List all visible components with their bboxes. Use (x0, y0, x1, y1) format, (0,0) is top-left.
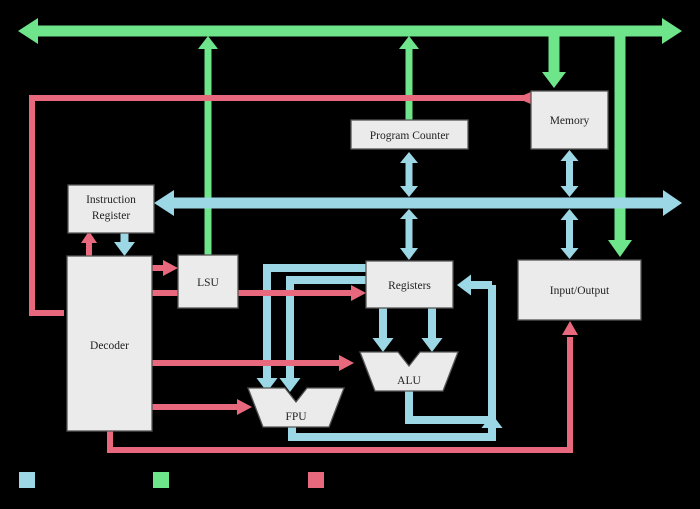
block-instruction-register-rect (67, 184, 155, 234)
block-fpu-label: FPU (285, 411, 307, 423)
block-decoder[interactable]: Decoder (66, 255, 153, 432)
block-memory-label: Memory (550, 115, 590, 127)
block-program-counter-label: Program Counter (370, 130, 450, 142)
diagram-canvas: Instruction Register Decoder LSU Program… (0, 0, 700, 509)
block-memory[interactable]: Memory (530, 90, 609, 150)
block-registers-label: Registers (388, 280, 431, 292)
block-registers[interactable]: Registers (365, 260, 454, 309)
legend-swatch-data-bus (19, 472, 35, 488)
block-input-output[interactable]: Input/Output (517, 259, 642, 321)
cpu-block-diagram: Instruction Register Decoder LSU Program… (0, 0, 700, 509)
block-program-counter[interactable]: Program Counter (350, 119, 469, 150)
legend-swatch-address-bus (153, 472, 169, 488)
block-alu-label: ALU (397, 375, 421, 387)
block-instruction-register[interactable]: Instruction Register (67, 184, 155, 234)
block-lsu-label: LSU (197, 277, 219, 289)
legend-item-control-bus (308, 472, 324, 488)
block-input-output-label: Input/Output (550, 285, 610, 297)
legend-item-address-bus (153, 472, 169, 488)
block-lsu[interactable]: LSU (177, 254, 239, 309)
diagram-background (0, 0, 700, 509)
legend-item-data-bus (19, 472, 35, 488)
legend-swatch-control-bus (308, 472, 324, 488)
block-instruction-register-label-line1: Instruction (86, 194, 136, 206)
block-instruction-register-label-line2: Register (92, 210, 130, 222)
block-decoder-label: Decoder (90, 340, 129, 352)
